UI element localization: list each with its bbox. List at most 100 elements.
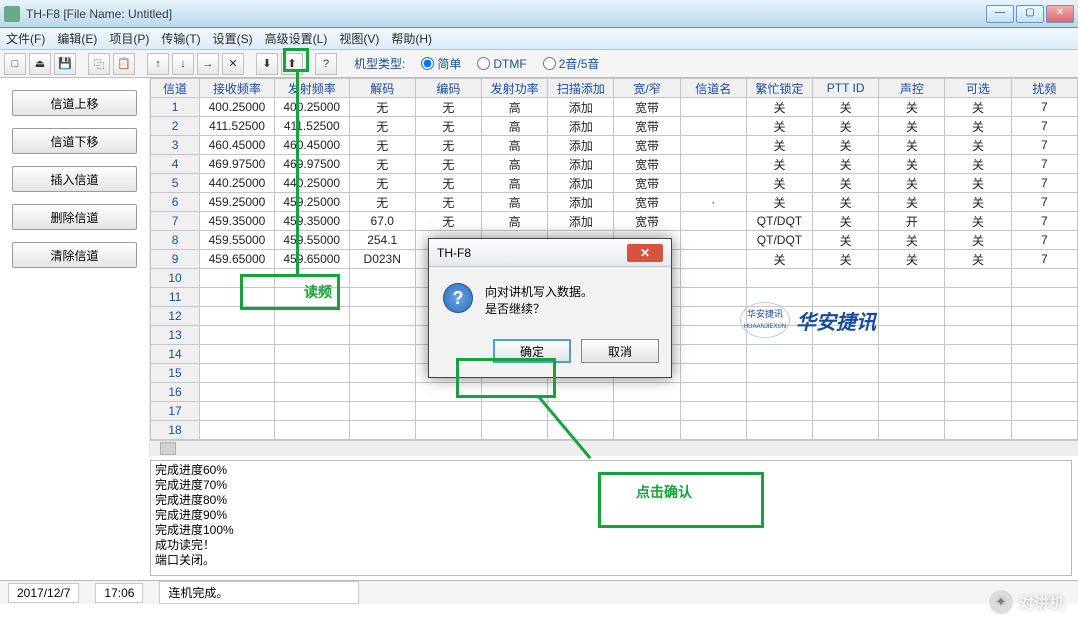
cell[interactable] [349,288,415,307]
cell[interactable] [879,345,945,364]
cell[interactable]: 关 [813,212,879,231]
cell[interactable]: 关 [879,117,945,136]
cell[interactable] [680,250,746,269]
new-file-icon[interactable]: □ [4,53,26,75]
cell[interactable]: 无 [349,136,415,155]
cell[interactable]: 关 [813,136,879,155]
cell[interactable]: 添加 [548,212,614,231]
cell[interactable] [349,345,415,364]
cell[interactable] [746,364,812,383]
cell[interactable] [274,345,349,364]
cell[interactable]: 关 [945,231,1011,250]
cell[interactable] [1011,345,1077,364]
table-row[interactable]: 4469.97500469.97500无无高添加宽带关关关关7 [151,155,1078,174]
cell[interactable]: 459.35000 [274,212,349,231]
cell[interactable]: 高 [482,155,548,174]
cell[interactable] [200,288,275,307]
cell[interactable]: 7 [1011,212,1077,231]
cell[interactable]: 关 [813,117,879,136]
cell[interactable] [200,307,275,326]
cell[interactable]: 无 [415,155,481,174]
log-panel[interactable]: 完成进度60% 完成进度70% 完成进度80% 完成进度90% 完成进度100%… [150,460,1072,576]
cell[interactable] [349,269,415,288]
window-minimize-button[interactable]: — [986,5,1014,23]
cell[interactable]: 7 [1011,231,1077,250]
column-header[interactable]: 扰频 [1011,79,1077,98]
cell[interactable]: 无 [415,174,481,193]
cell[interactable] [879,288,945,307]
cell[interactable] [1011,421,1077,440]
cell[interactable]: 宽带 [614,174,680,193]
window-close-button[interactable]: ✕ [1046,5,1074,23]
cell[interactable] [945,402,1011,421]
cell[interactable]: D023N [349,250,415,269]
cell[interactable]: 关 [746,117,812,136]
cell[interactable]: 无 [349,155,415,174]
cell[interactable]: 关 [945,117,1011,136]
cell[interactable] [746,326,812,345]
cell[interactable] [945,383,1011,402]
cell[interactable] [813,307,879,326]
cell[interactable] [349,307,415,326]
cell[interactable] [746,383,812,402]
cell[interactable]: 254.1 [349,231,415,250]
cell[interactable] [274,383,349,402]
cell[interactable]: 411.52500 [274,117,349,136]
cell[interactable]: 400.25000 [274,98,349,117]
cell[interactable]: 469.97500 [200,155,275,174]
cell[interactable]: 7 [1011,98,1077,117]
help-icon[interactable]: ? [315,53,337,75]
cell[interactable]: 高 [482,117,548,136]
cell[interactable]: QT/DQT [746,231,812,250]
cell[interactable] [945,364,1011,383]
cell[interactable]: 添加 [548,174,614,193]
cell[interactable]: 关 [879,155,945,174]
insert-channel-button[interactable]: 插入信道 [12,166,137,192]
cell[interactable]: 关 [879,250,945,269]
cell[interactable]: 7 [1011,250,1077,269]
cell[interactable] [1011,288,1077,307]
clear-channel-button[interactable]: 清除信道 [12,242,137,268]
cell[interactable]: 添加 [548,98,614,117]
paste-icon[interactable]: 📋 [113,53,135,75]
cell[interactable] [879,402,945,421]
cell[interactable]: 关 [945,155,1011,174]
cell[interactable] [349,326,415,345]
cell[interactable] [945,345,1011,364]
cell[interactable]: 无 [349,98,415,117]
cell[interactable]: 7 [1011,174,1077,193]
cell[interactable] [680,383,746,402]
cancel-button[interactable]: 取消 [581,339,659,363]
menu-advanced[interactable]: 高级设置(L) [265,30,328,47]
cell[interactable]: 459.25000 [274,193,349,212]
cell[interactable] [746,421,812,440]
cell[interactable] [680,98,746,117]
cell[interactable]: 关 [945,98,1011,117]
cell[interactable]: 添加 [548,193,614,212]
cell[interactable] [415,383,481,402]
cell[interactable] [680,212,746,231]
cell[interactable]: 7 [1011,136,1077,155]
channel-down-button[interactable]: 信道下移 [12,128,137,154]
cell[interactable] [680,136,746,155]
cell[interactable] [813,421,879,440]
cell[interactable] [813,345,879,364]
cell[interactable]: 关 [813,193,879,212]
cell[interactable]: 宽带 [614,117,680,136]
cell[interactable]: 添加 [548,117,614,136]
cell[interactable]: 宽带 [614,98,680,117]
cell[interactable] [548,383,614,402]
cell[interactable]: 411.52500 [200,117,275,136]
cell[interactable] [746,402,812,421]
radio-dtmf[interactable]: DTMF [477,57,526,71]
cell[interactable]: 关 [746,193,812,212]
cell[interactable] [274,307,349,326]
cell[interactable]: 无 [349,117,415,136]
cell[interactable] [274,269,349,288]
table-row[interactable]: 1400.25000400.25000无无高添加宽带关关关关7 [151,98,1078,117]
cell[interactable] [274,402,349,421]
cell[interactable]: 459.35000 [200,212,275,231]
cell[interactable]: 无 [349,174,415,193]
cell[interactable]: 460.45000 [274,136,349,155]
cell[interactable]: 7 [1011,155,1077,174]
